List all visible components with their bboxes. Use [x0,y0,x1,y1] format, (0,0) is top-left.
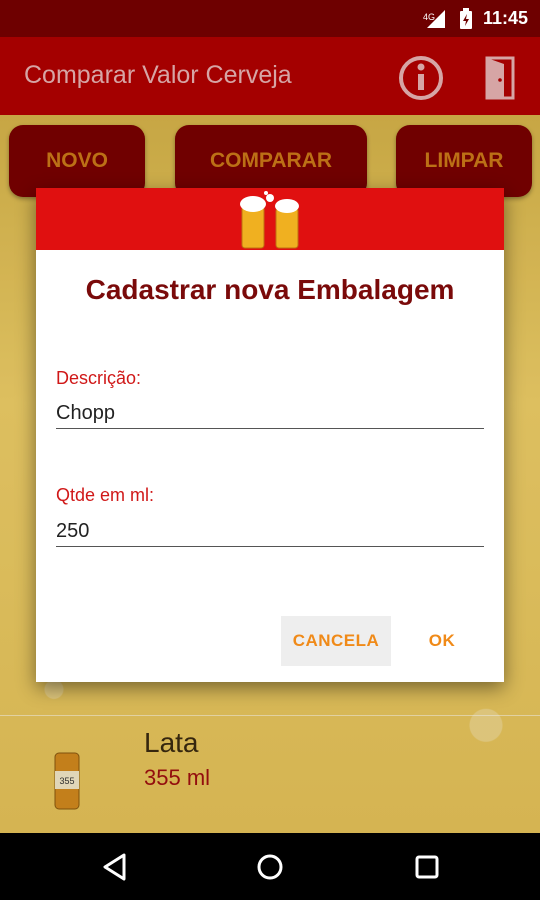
qtde-input[interactable] [56,516,484,547]
beer-toast-icon [240,191,299,249]
recents-icon[interactable] [413,852,441,882]
new-package-dialog: Cadastrar nova Embalagem Descrição: Qtde… [36,188,504,682]
ok-button[interactable]: OK [412,616,472,666]
descricao-input[interactable] [56,398,484,429]
back-icon[interactable] [100,852,128,882]
navigation-bar [0,833,540,900]
descricao-label: Descrição: [56,368,142,388]
qtde-label: Qtde em ml: [56,485,155,505]
signal-icon: 4G [423,8,449,30]
dialog-header [36,188,504,250]
battery-icon [459,7,472,29]
clock: 11:45 [482,8,528,28]
network-type: 4G [422,11,435,22]
cancel-button[interactable]: CANCELA [281,616,391,666]
status-bar: 4G 11:45 [0,0,540,37]
dialog-title: Cadastrar nova Embalagem [85,274,455,305]
home-icon[interactable] [255,852,285,882]
